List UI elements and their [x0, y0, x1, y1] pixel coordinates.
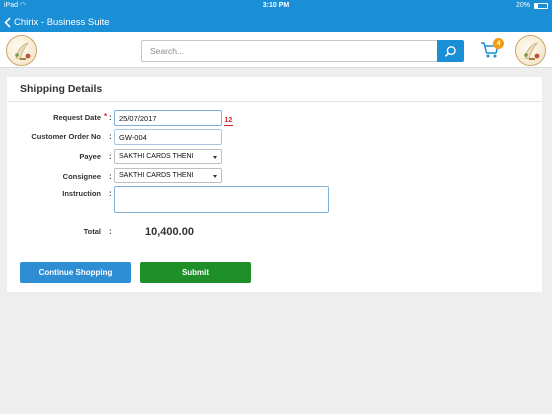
battery-icon [534, 3, 548, 9]
payee-select[interactable]: SAKTHI CARDS THENI [114, 149, 222, 164]
instruction-textarea[interactable] [114, 186, 329, 213]
colon: : [109, 152, 112, 161]
chevron-left-icon[interactable] [4, 14, 14, 30]
colon: : [109, 113, 112, 122]
request-date-label: Request Date [53, 113, 101, 122]
instruction-label: Instruction [62, 189, 101, 198]
customer-order-field[interactable]: GW-004 [114, 129, 222, 145]
consignee-select[interactable]: SAKTHI CARDS THENI [114, 168, 222, 183]
search-icon [444, 45, 456, 57]
search-button[interactable] [437, 40, 464, 62]
shipping-details-card: Shipping Details Request Date * : 25/07/… [7, 77, 542, 292]
total-label: Total [83, 227, 101, 236]
continue-shopping-button[interactable]: Continue Shopping [20, 262, 131, 283]
title-divider [7, 101, 542, 102]
submit-button[interactable]: Submit [140, 262, 251, 283]
colon: : [109, 172, 112, 181]
colon: : [109, 189, 112, 198]
caret-down-icon [213, 175, 217, 178]
status-bar: iPad ◠ 3:10 PM 20% [0, 0, 552, 12]
caret-down-icon [213, 156, 217, 159]
calendar-icon[interactable]: 12 [224, 114, 237, 126]
nav-back[interactable]: Chirix - Business Suite [4, 13, 110, 31]
user-avatar[interactable] [515, 35, 546, 66]
cart-button[interactable]: 4 [480, 38, 504, 61]
total-value: 10,400.00 [145, 226, 194, 238]
consignee-label: Consignee [62, 172, 101, 181]
status-time: 3:10 PM [262, 2, 290, 9]
brand-logo[interactable] [6, 35, 37, 66]
app-header: 4 [0, 32, 552, 68]
colon: : [109, 227, 112, 236]
page-title: Shipping Details [20, 83, 103, 95]
top-bar: iPad ◠ 3:10 PM 20% Chirix - Business Sui… [0, 0, 552, 32]
app-title: Chirix - Business Suite [14, 16, 110, 28]
cart-count-badge: 4 [493, 38, 504, 49]
search-input[interactable] [141, 40, 437, 62]
payee-label: Payee [79, 152, 101, 161]
colon: : [109, 132, 112, 141]
payee-value: SAKTHI CARDS THENI [119, 153, 194, 160]
customer-order-label: Customer Order No [31, 132, 101, 141]
request-date-field[interactable]: 25/07/2017 [114, 110, 222, 126]
consignee-value: SAKTHI CARDS THENI [119, 172, 194, 179]
search-bar [141, 40, 464, 62]
battery-percent: 20% [515, 2, 530, 9]
required-marker: * [104, 112, 108, 121]
